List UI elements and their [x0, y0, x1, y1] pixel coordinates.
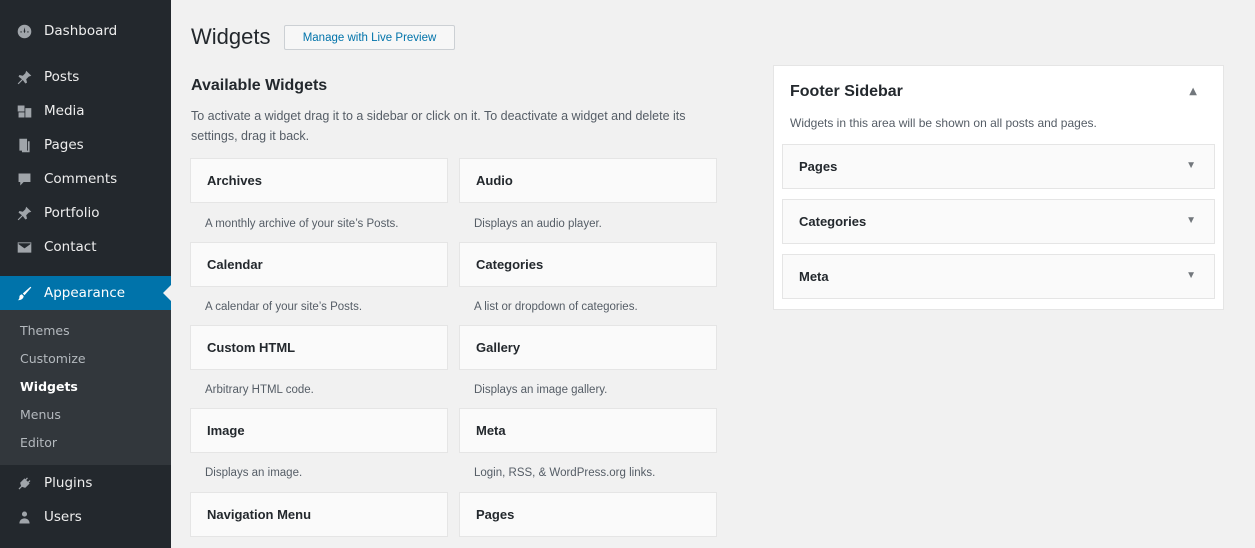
menu-label: Posts: [44, 69, 80, 85]
widget-description: A monthly archive of your site’s Posts.: [205, 218, 399, 230]
menu-label: Media: [44, 103, 85, 119]
submenu-customize[interactable]: Customize: [20, 351, 86, 366]
widget-gallery[interactable]: Gallery: [459, 325, 717, 370]
menu-item-media[interactable]: Media: [0, 94, 171, 128]
widget-description: Arbitrary HTML code.: [205, 384, 314, 396]
widget-description: Login, RSS, & WordPress.org links.: [474, 467, 656, 479]
submenu-menus[interactable]: Menus: [20, 407, 61, 422]
footer-sidebar-description: Widgets in this area will be shown on al…: [790, 116, 1097, 130]
widget-categories[interactable]: Categories: [459, 242, 717, 287]
widget-description: Displays an audio player.: [474, 218, 602, 230]
available-widgets-title: Available Widgets: [191, 77, 328, 94]
menu-label: Plugins: [44, 475, 93, 491]
widget-audio[interactable]: Audio: [459, 158, 717, 203]
sidebar-widget-label: Meta: [799, 269, 829, 284]
menu-item-portfolio[interactable]: Portfolio: [0, 196, 171, 230]
submenu-editor[interactable]: Editor: [20, 435, 57, 450]
appearance-submenu: Themes Customize Widgets Menus Editor: [0, 310, 171, 465]
widget-archives[interactable]: Archives: [190, 158, 448, 203]
expand-arrow-icon[interactable]: ▼: [1186, 160, 1196, 171]
pushpin-icon: [12, 203, 36, 223]
menu-item-posts[interactable]: Posts: [0, 60, 171, 94]
admin-sidebar: Dashboard Posts Media Pages Comments Por…: [0, 0, 171, 548]
envelope-icon: [12, 237, 36, 257]
collapse-arrow-icon[interactable]: ▲: [1189, 86, 1197, 97]
widget-description: A calendar of your site’s Posts.: [205, 301, 363, 313]
sidebar-widget-categories[interactable]: Categories ▼: [782, 199, 1215, 244]
pages-icon: [12, 135, 36, 155]
footer-sidebar-panel: Footer Sidebar ▲ Widgets in this area wi…: [773, 65, 1224, 310]
plug-icon: [12, 473, 36, 493]
menu-item-comments[interactable]: Comments: [0, 162, 171, 196]
widget-image[interactable]: Image: [190, 408, 448, 453]
widget-custom-html[interactable]: Custom HTML: [190, 325, 448, 370]
widget-pages[interactable]: Pages: [459, 492, 717, 537]
comment-icon: [12, 169, 36, 189]
menu-label: Pages: [44, 137, 84, 153]
menu-label: Users: [44, 509, 82, 525]
sidebar-widget-label: Categories: [799, 214, 867, 229]
menu-item-users[interactable]: Users: [0, 500, 171, 534]
expand-arrow-icon[interactable]: ▼: [1186, 270, 1196, 281]
media-icon: [12, 101, 36, 121]
menu-item-plugins[interactable]: Plugins: [0, 466, 171, 500]
widget-description: Displays an image gallery.: [474, 384, 608, 396]
sidebar-widget-pages[interactable]: Pages ▼: [782, 144, 1215, 189]
footer-sidebar-title[interactable]: Footer Sidebar: [790, 83, 903, 101]
menu-item-dashboard[interactable]: Dashboard: [0, 14, 171, 48]
menu-label: Comments: [44, 171, 118, 187]
widget-description: A list or dropdown of categories.: [474, 301, 638, 313]
available-widgets-description: To activate a widget drag it to a sideba…: [191, 109, 686, 143]
dashboard-icon: [12, 21, 36, 41]
sidebar-widget-label: Pages: [799, 159, 838, 174]
expand-arrow-icon[interactable]: ▼: [1186, 215, 1196, 226]
page-title: Widgets: [191, 24, 271, 49]
submenu-widgets[interactable]: Widgets: [20, 379, 78, 394]
widget-calendar[interactable]: Calendar: [190, 242, 448, 287]
menu-label: Contact: [44, 239, 97, 255]
paintbrush-icon: [12, 283, 36, 303]
submenu-themes[interactable]: Themes: [20, 323, 70, 338]
user-icon: [12, 507, 36, 527]
manage-live-preview-button[interactable]: Manage with Live Preview: [284, 25, 455, 50]
menu-item-appearance[interactable]: Appearance: [0, 276, 171, 310]
pushpin-icon: [12, 67, 36, 87]
menu-label: Appearance: [44, 285, 126, 301]
widget-navigation-menu[interactable]: Navigation Menu: [190, 492, 448, 537]
menu-item-pages[interactable]: Pages: [0, 128, 171, 162]
menu-label: Portfolio: [44, 205, 100, 221]
widget-description: Displays an image.: [205, 467, 303, 479]
sidebar-widget-meta[interactable]: Meta ▼: [782, 254, 1215, 299]
menu-label: Dashboard: [44, 23, 118, 39]
menu-item-contact[interactable]: Contact: [0, 230, 171, 264]
widget-meta[interactable]: Meta: [459, 408, 717, 453]
